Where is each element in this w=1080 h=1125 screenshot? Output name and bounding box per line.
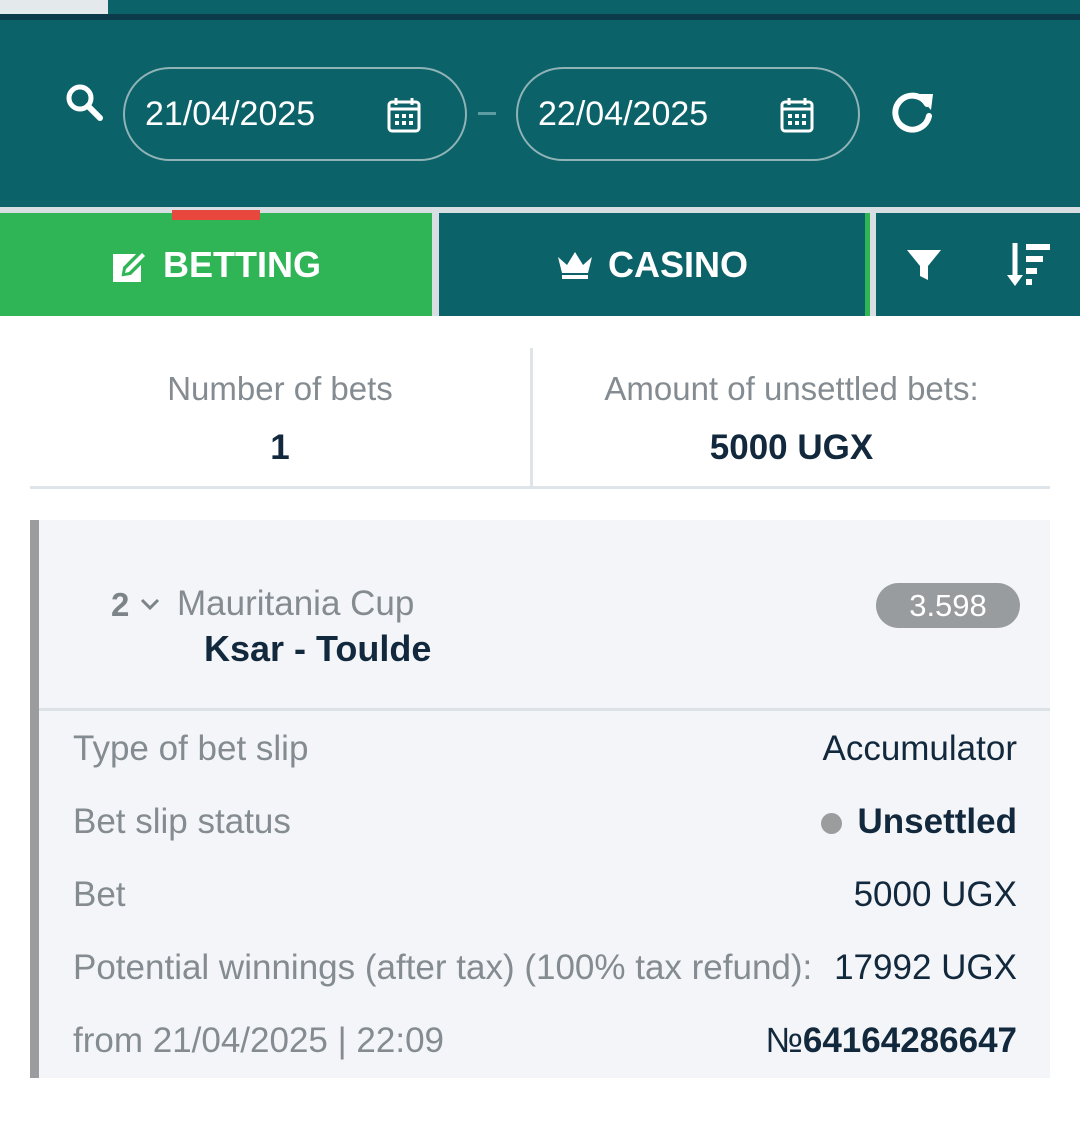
- calendar-icon[interactable]: [780, 97, 814, 133]
- status-badge: Unsettled: [820, 802, 1017, 842]
- match-name: Ksar - Toulde: [204, 628, 432, 669]
- bet-amount-label: Bet: [73, 875, 126, 914]
- bet-slip-status-label: Bet slip status: [73, 802, 291, 841]
- date-from-value: 21/04/2025: [145, 94, 316, 133]
- odds-badge: 3.598: [876, 583, 1020, 628]
- bet-slip-number: №64164286647: [765, 1021, 1017, 1061]
- active-tab-indicator: [172, 210, 260, 220]
- number-of-bets-label: Number of bets: [167, 370, 393, 407]
- chevron-down-icon[interactable]: [139, 594, 161, 614]
- search-icon[interactable]: [64, 82, 104, 122]
- number-of-bets-value: 1: [270, 428, 290, 467]
- bet-slip-type-label: Type of bet slip: [73, 729, 309, 768]
- bet-slip-type-value: Accumulator: [822, 729, 1017, 768]
- unsettled-amount: Amount of unsettled bets: 5000 UGX: [533, 348, 1050, 486]
- unsettled-amount-value: 5000 UGX: [709, 428, 874, 467]
- unsettled-amount-label: Amount of unsettled bets:: [604, 370, 979, 407]
- top-strip: [0, 0, 1080, 20]
- tab-divider: [865, 213, 870, 316]
- tab-casino-label: CASINO: [607, 243, 748, 285]
- date-filter-bar: 21/04/2025 22/04/2025: [0, 20, 1080, 207]
- detail-row-status: Bet slip status Unsettled: [73, 800, 1017, 844]
- date-to-value: 22/04/2025: [538, 94, 709, 133]
- tab-betting-label: BETTING: [163, 243, 321, 285]
- detail-row-meta: from 21/04/2025 | 22:09 №64164286647: [73, 1019, 1017, 1063]
- detail-row-type: Type of bet slip Accumulator: [73, 727, 1017, 771]
- detail-row-bet: Bet 5000 UGX: [73, 873, 1017, 917]
- top-strip-highlight: [0, 0, 108, 14]
- sort-icon[interactable]: [1006, 241, 1052, 287]
- tab-casino[interactable]: CASINO: [439, 213, 865, 316]
- bet-event[interactable]: 2 Mauritania Cup Ksar - Toulde 3.598: [39, 520, 1050, 711]
- number-of-bets: Number of bets 1: [30, 348, 530, 486]
- status-dot-icon: [820, 813, 842, 835]
- bet-slip-number-value: 64164286647: [802, 1021, 1017, 1060]
- bet-date: from 21/04/2025 | 22:09: [73, 1021, 445, 1060]
- tab-tools: [876, 213, 1080, 316]
- calendar-icon[interactable]: [387, 97, 421, 133]
- date-range-separator: [478, 112, 496, 115]
- bet-slip-status-value: Unsettled: [857, 802, 1017, 841]
- filter-icon[interactable]: [906, 247, 942, 283]
- tab-betting[interactable]: BETTING: [0, 210, 432, 316]
- tab-bar: BETTING CASINO: [0, 210, 1080, 316]
- date-from-field[interactable]: 21/04/2025: [123, 67, 467, 161]
- date-to-field[interactable]: 22/04/2025: [516, 67, 860, 161]
- potential-winnings-label: Potential winnings (after tax) (100% tax…: [73, 948, 813, 987]
- bet-amount-value: 5000 UGX: [853, 875, 1017, 914]
- tournament-name: Mauritania Cup: [177, 584, 415, 623]
- detail-row-winnings: Potential winnings (after tax) (100% tax…: [73, 946, 1017, 990]
- potential-winnings-value: 17992 UGX: [834, 948, 1017, 987]
- bets-summary: Number of bets 1 Amount of unsettled bet…: [30, 348, 1050, 489]
- bet-slip-card[interactable]: 2 Mauritania Cup Ksar - Toulde 3.598 Typ…: [30, 520, 1050, 1078]
- refresh-icon[interactable]: [887, 88, 937, 138]
- event-count: 2: [111, 586, 130, 623]
- bet-slip-number-prefix: №: [765, 1021, 803, 1060]
- crown-icon: [557, 251, 592, 279]
- edit-icon: [113, 247, 149, 282]
